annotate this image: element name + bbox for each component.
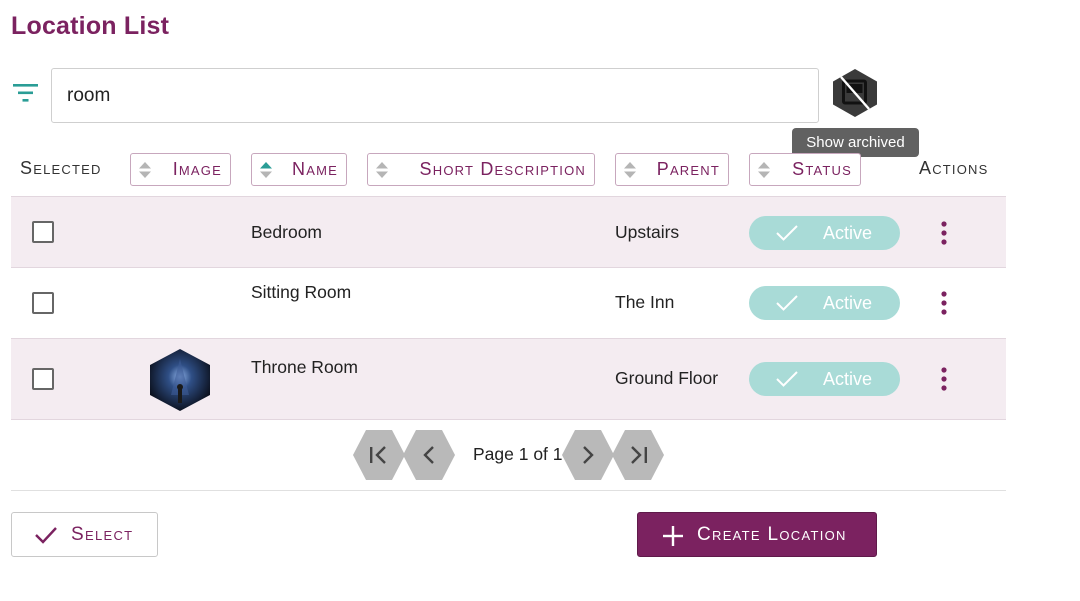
status-label: Active — [823, 293, 873, 313]
sort-icon — [758, 162, 770, 178]
sort-icon — [139, 162, 151, 178]
column-header-name-label: Name — [292, 159, 338, 179]
column-header-actions: Actions — [919, 153, 989, 186]
status-badge[interactable]: Active — [749, 286, 900, 320]
row-parent: Ground Floor — [615, 368, 719, 388]
check-icon — [776, 295, 798, 311]
table-row: Bedroom Upstairs Active — [11, 196, 1006, 268]
column-header-selected: Selected — [20, 153, 102, 186]
row-parent: The Inn — [615, 292, 675, 312]
first-page-button[interactable] — [353, 430, 405, 480]
status-badge[interactable]: Active — [749, 362, 900, 396]
column-header-name[interactable]: Name — [251, 153, 347, 186]
more-actions-icon[interactable] — [937, 366, 951, 392]
sort-icon — [376, 162, 388, 178]
row-name: Throne Room — [251, 357, 358, 377]
row-parent: Upstairs — [615, 222, 680, 242]
row-name: Sitting Room — [251, 282, 352, 302]
check-icon — [776, 225, 798, 241]
table-row: Sitting Room The Inn Active — [11, 268, 1006, 339]
last-page-button[interactable] — [612, 430, 664, 480]
location-list-page: Location List Show archived Selected Ima… — [0, 0, 1080, 601]
column-header-status-label: Status — [792, 159, 852, 179]
table-row: Throne Room Ground Floor Active — [11, 339, 1006, 420]
column-header-image[interactable]: Image — [130, 153, 231, 186]
column-header-short-description-label: Short Description — [419, 159, 586, 179]
row-select-checkbox[interactable] — [32, 292, 54, 314]
status-label: Active — [823, 369, 873, 389]
previous-page-button[interactable] — [403, 430, 455, 480]
more-actions-icon[interactable] — [937, 290, 951, 316]
next-page-button[interactable] — [562, 430, 614, 480]
search-input[interactable] — [67, 69, 797, 122]
column-header-short-description[interactable]: Short Description — [367, 153, 595, 186]
status-label: Active — [823, 223, 873, 243]
column-header-actions-label: Actions — [919, 158, 989, 178]
archive-toggle-icon[interactable] — [832, 68, 878, 118]
status-badge[interactable]: Active — [749, 216, 900, 250]
select-button[interactable]: Select — [11, 512, 158, 557]
column-header-parent[interactable]: Parent — [615, 153, 729, 186]
more-actions-icon[interactable] — [937, 220, 951, 246]
page-indicator: Page 1 of 1 — [473, 444, 563, 464]
sort-icon — [624, 162, 636, 178]
column-header-selected-label: Selected — [20, 158, 102, 178]
column-header-parent-label: Parent — [656, 159, 720, 179]
plus-icon — [663, 526, 683, 546]
page-title: Location List — [11, 12, 170, 40]
column-header-status[interactable]: Status — [749, 153, 861, 186]
sort-ascending-icon — [260, 162, 272, 178]
divider — [11, 490, 1006, 491]
check-icon — [776, 371, 798, 387]
filter-icon[interactable] — [13, 83, 38, 103]
select-button-label: Select — [71, 524, 134, 545]
create-location-button[interactable]: Create Location — [637, 512, 877, 557]
column-header-image-label: Image — [172, 159, 222, 179]
row-name: Bedroom — [251, 222, 323, 242]
row-select-checkbox[interactable] — [32, 221, 54, 243]
check-icon — [35, 527, 57, 544]
location-image-thumbnail[interactable] — [149, 349, 211, 411]
create-location-button-label: Create Location — [697, 524, 847, 545]
search-field[interactable] — [51, 68, 819, 123]
row-select-checkbox[interactable] — [32, 368, 54, 390]
